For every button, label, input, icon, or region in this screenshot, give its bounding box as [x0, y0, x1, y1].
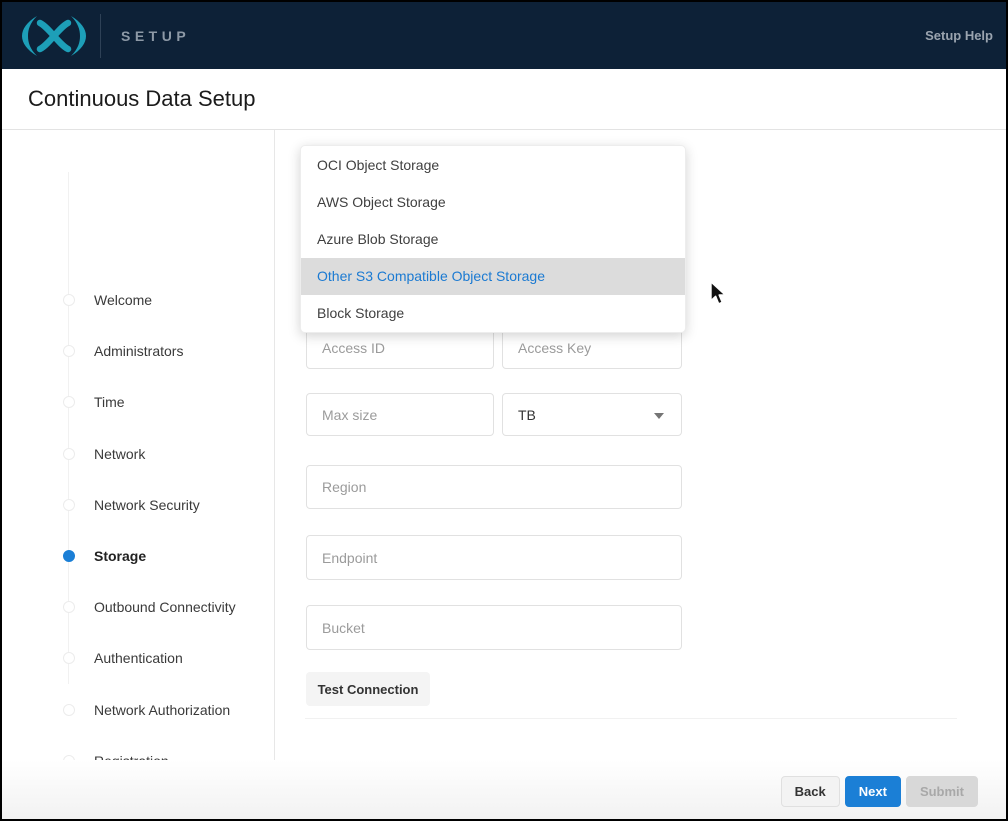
sidebar-step-outbound-connectivity[interactable]: Outbound Connectivity: [63, 597, 236, 617]
sidebar-step-storage[interactable]: Storage: [63, 546, 146, 566]
dropdown-option-block-storage[interactable]: Block Storage: [301, 295, 685, 332]
chevron-down-icon: [654, 413, 664, 419]
step-label: Outbound Connectivity: [94, 599, 236, 615]
setup-steps-sidebar: Welcome Administrators Time Network Network …: [2, 130, 275, 760]
footer-buttons: Back Next Submit: [781, 776, 978, 807]
sidebar-step-administrators[interactable]: Administrators: [63, 341, 183, 361]
step-active-dot-icon: [63, 550, 75, 562]
max-size-input[interactable]: [306, 393, 494, 436]
step-label: Welcome: [94, 292, 152, 308]
bucket-input[interactable]: [306, 605, 682, 650]
app-header: SETUP Setup Help: [2, 2, 1006, 69]
setup-window: SETUP Setup Help Continuous Data Setup W…: [0, 0, 1008, 821]
page-title: Continuous Data Setup: [28, 86, 256, 112]
step-label: Authentication: [94, 650, 183, 666]
form-section-divider: [305, 718, 957, 719]
sidebar-step-authentication[interactable]: Authentication: [63, 648, 183, 668]
step-label: Administrators: [94, 343, 183, 359]
submit-button: Submit: [906, 776, 978, 807]
dropdown-option-other-s3-compatible-object-storage[interactable]: Other S3 Compatible Object Storage: [301, 258, 685, 295]
test-connection-button[interactable]: Test Connection: [306, 672, 430, 706]
step-circle-icon: [63, 499, 75, 511]
dropdown-option-aws-object-storage[interactable]: AWS Object Storage: [301, 183, 685, 220]
sidebar-step-network[interactable]: Network: [63, 444, 145, 464]
region-input[interactable]: [306, 465, 682, 509]
back-button[interactable]: Back: [781, 776, 840, 807]
header-divider: [100, 14, 101, 58]
brand-label: SETUP: [121, 28, 190, 44]
next-button[interactable]: Next: [845, 776, 901, 807]
endpoint-input[interactable]: [306, 535, 682, 580]
size-unit-value: TB: [518, 407, 536, 423]
storage-type-dropdown-menu: OCI Object StorageAWS Object StorageAzur…: [300, 145, 686, 333]
dropdown-option-azure-blob-storage[interactable]: Azure Blob Storage: [301, 220, 685, 257]
dropdown-option-oci-object-storage[interactable]: OCI Object Storage: [301, 146, 685, 183]
step-circle-icon: [63, 396, 75, 408]
step-circle-icon: [63, 601, 75, 613]
step-circle-icon: [63, 294, 75, 306]
title-bar: Continuous Data Setup: [2, 69, 1006, 130]
step-circle-icon: [63, 704, 75, 716]
step-label: Network: [94, 446, 145, 462]
step-circle-icon: [63, 448, 75, 460]
wizard-footer: Back Next Submit: [2, 760, 1006, 819]
step-circle-icon: [63, 652, 75, 664]
delphix-logo-icon: [22, 15, 86, 57]
sidebar-step-network-security[interactable]: Network Security: [63, 495, 200, 515]
content-area: Welcome Administrators Time Network Network …: [2, 130, 1006, 760]
sidebar-step-welcome[interactable]: Welcome: [63, 290, 152, 310]
step-label: Network Security: [94, 497, 200, 513]
sidebar-step-time[interactable]: Time: [63, 392, 125, 412]
setup-help-link[interactable]: Setup Help: [925, 2, 993, 69]
sidebar-step-network-authorization[interactable]: Network Authorization: [63, 700, 230, 720]
step-label: Network Authorization: [94, 702, 230, 718]
step-circle-icon: [63, 345, 75, 357]
step-label: Time: [94, 394, 125, 410]
step-label: Storage: [94, 548, 146, 564]
size-unit-select[interactable]: TB: [502, 393, 682, 436]
